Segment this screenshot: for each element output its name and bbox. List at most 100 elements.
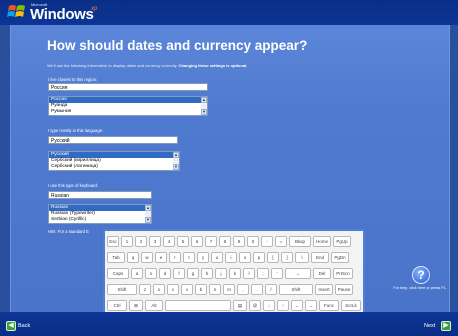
keyboard-key[interactable]: u [211, 252, 223, 263]
keyboard-key[interactable]: Func [319, 300, 339, 311]
scroll-down-icon[interactable]: ▼ [201, 109, 207, 115]
keyboard-key[interactable]: Esc [107, 236, 119, 247]
keyboard-key[interactable]: s [145, 268, 157, 279]
keyboard-key[interactable]: j [215, 268, 227, 279]
keyboard-key[interactable]: Caps [107, 268, 129, 279]
windows-flag-icon [7, 5, 25, 17]
keyboard-key[interactable]: z [139, 284, 151, 295]
keyboard-key[interactable]: t [183, 252, 195, 263]
keyboard-key[interactable]: → [305, 300, 317, 311]
keyboard-key[interactable]: x [153, 284, 165, 295]
language-scrollbar[interactable]: ▲ ▼ [173, 152, 179, 170]
on-screen-keyboard[interactable]: Esc 1 2 3 4 5 6 7 8 9 0- = Bksp Home PgUp Tab q w e r t y u i o p… [103, 229, 365, 318]
keyboard-key[interactable]: ← [285, 268, 311, 279]
keyboard-key[interactable]: Pause [335, 284, 353, 295]
keyboard-key[interactable]: r [169, 252, 181, 263]
keyboard-key[interactable]: 4 [163, 236, 175, 247]
keyboard-key[interactable]: Shift [107, 284, 137, 295]
region-option[interactable]: Румыния [49, 109, 207, 115]
keyboard-key[interactable]: h [201, 268, 213, 279]
keyboard-key[interactable]: \ [295, 252, 309, 263]
keyboard-scrollbar[interactable]: ▲ ▼ [145, 205, 151, 223]
keyboard-key[interactable]: Alt [145, 300, 163, 311]
keyboard-key[interactable]: = [275, 236, 287, 247]
keyboard-key[interactable]: End [311, 252, 329, 263]
keyboard-key[interactable]: Insert [315, 284, 333, 295]
region-field[interactable]: Россия [48, 83, 208, 91]
keyboard-key[interactable]: PgUp [333, 236, 351, 247]
keyboard-list[interactable]: Russian Russian (Typewriter) Serbian (Cy… [48, 204, 152, 224]
keyboard-key[interactable]: ↑ [277, 300, 289, 311]
keyboard-key[interactable]: l [243, 268, 255, 279]
keyboard-key[interactable]: b [195, 284, 207, 295]
keyboard-key[interactable]: d [159, 268, 171, 279]
back-arrow-icon[interactable]: ◀ [6, 321, 16, 331]
keyboard-key[interactable]: 3 [149, 236, 161, 247]
keyboard-key[interactable]: @ [249, 300, 261, 311]
scroll-up-icon[interactable]: ▲ [173, 152, 179, 158]
keyboard-key[interactable]: w [141, 252, 153, 263]
keyboard-key[interactable]: 1 [121, 236, 133, 247]
intro-normal: We'll use the following information to d… [47, 63, 178, 68]
scroll-up-icon[interactable]: ▲ [145, 205, 151, 211]
region-list[interactable]: Россия Руанда Румыния ▲ ▼ [48, 96, 208, 116]
keyboard-key[interactable]: 2 [135, 236, 147, 247]
keyboard-key[interactable]: - [261, 236, 273, 247]
keyboard-key[interactable]: c [167, 284, 179, 295]
help-text[interactable]: For help, click here or press F1. [392, 286, 448, 291]
keyboard-key[interactable]: ScrLk [341, 300, 361, 311]
keyboard-key[interactable]: k [229, 268, 241, 279]
keyboard-key[interactable]: ↓ [263, 300, 275, 311]
keyboard-key[interactable]: Shift [279, 284, 313, 295]
keyboard-key[interactable]: 7 [205, 236, 217, 247]
keyboard-key[interactable]: f [173, 268, 185, 279]
next-arrow-icon[interactable]: ▶ [441, 321, 451, 331]
keyboard-key[interactable]: ' [271, 268, 283, 279]
keyboard-key[interactable]: i [225, 252, 237, 263]
keyboard-field[interactable]: Russian [48, 191, 152, 199]
keyboard-key[interactable]: ← [291, 300, 303, 311]
keyboard-key[interactable]: . [251, 284, 263, 295]
keyboard-key[interactable]: e [155, 252, 167, 263]
scroll-down-icon[interactable]: ▼ [145, 217, 151, 223]
scroll-down-icon[interactable]: ▼ [173, 164, 179, 170]
keyboard-key[interactable]: m [223, 284, 235, 295]
keyboard-key[interactable]: 6 [191, 236, 203, 247]
keyboard-option[interactable]: Serbian (Cyrillic) [49, 217, 151, 223]
keyboard-key[interactable]: ; [257, 268, 269, 279]
keyboard-key[interactable]: y [197, 252, 209, 263]
keyboard-key[interactable]: g [187, 268, 199, 279]
language-list[interactable]: Русский Сербский (кириллица) Сербский (л… [48, 151, 180, 171]
next-button[interactable]: Next [424, 323, 435, 329]
keyboard-key[interactable]: Ctrl [107, 300, 127, 311]
keyboard-key[interactable]: Bksp [289, 236, 311, 247]
keyboard-key[interactable]: n [209, 284, 221, 295]
keyboard-key[interactable]: p [253, 252, 265, 263]
keyboard-key[interactable]: Home [313, 236, 331, 247]
keyboard-key[interactable]: PgDn [331, 252, 349, 263]
language-field[interactable]: Русский [48, 136, 178, 144]
language-option[interactable]: Сербский (латиница) [49, 164, 179, 170]
keyboard-key[interactable] [165, 300, 231, 311]
keyboard-key[interactable]: ▤ [233, 300, 247, 311]
back-button[interactable]: Back [18, 323, 30, 329]
keyboard-key[interactable]: Del [313, 268, 331, 279]
scroll-up-icon[interactable]: ▲ [201, 97, 207, 103]
keyboard-key[interactable]: a [131, 268, 143, 279]
keyboard-key[interactable]: 9 [233, 236, 245, 247]
keyboard-key[interactable]: ] [281, 252, 293, 263]
keyboard-key[interactable]: v [181, 284, 193, 295]
keyboard-key[interactable]: / [265, 284, 277, 295]
keyboard-key[interactable]: o [239, 252, 251, 263]
keyboard-key[interactable]: , [237, 284, 249, 295]
keyboard-key[interactable]: [ [267, 252, 279, 263]
keyboard-key[interactable]: Tab [107, 252, 125, 263]
keyboard-key[interactable]: 5 [177, 236, 189, 247]
keyboard-key[interactable]: ⊞ [129, 300, 143, 311]
keyboard-key[interactable]: q [127, 252, 139, 263]
region-scrollbar[interactable]: ▲ ▼ [201, 97, 207, 115]
question-icon[interactable]: ? [412, 266, 430, 284]
keyboard-key[interactable]: 0 [247, 236, 259, 247]
keyboard-key[interactable]: PrtScn [333, 268, 353, 279]
keyboard-key[interactable]: 8 [219, 236, 231, 247]
